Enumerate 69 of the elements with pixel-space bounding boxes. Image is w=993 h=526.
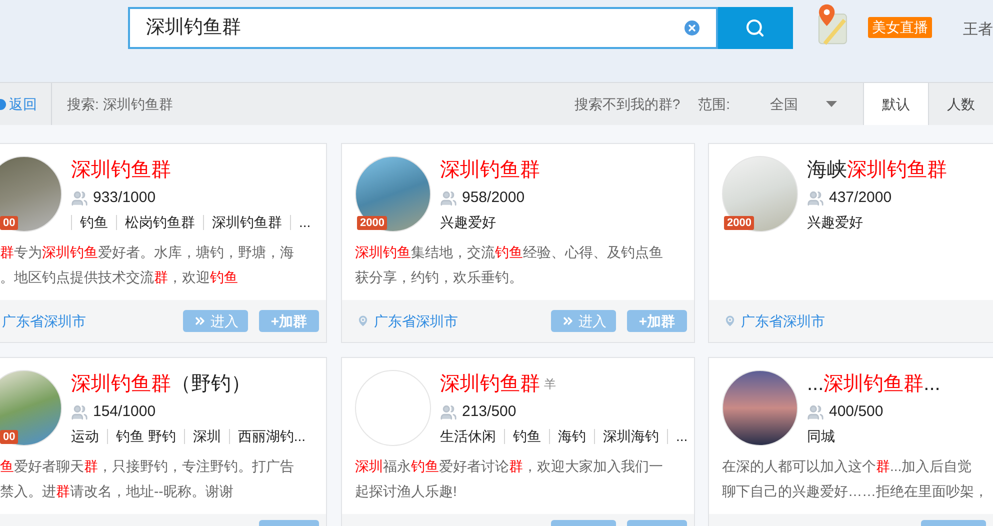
search-query: 搜索: 深圳钓鱼群 xyxy=(67,94,173,114)
group-description-line: 禁入。进群请改名，地址--昵称。谢谢 xyxy=(0,482,234,501)
group-tag: ... xyxy=(676,426,688,446)
group-title[interactable]: ...深圳钓鱼群... xyxy=(807,371,940,397)
group-tag: 钓鱼 xyxy=(80,212,108,232)
group-title[interactable]: 深圳钓鱼群（野钓） xyxy=(71,371,306,397)
group-description-line: 。地区钓点提供技术交流群，欢迎钓鱼 xyxy=(0,268,239,287)
group-tag: 同城 xyxy=(807,426,835,446)
group-description-line: 起探讨渔人乐趣! xyxy=(355,482,458,501)
search-field[interactable]: 深圳钓鱼群 xyxy=(128,7,718,49)
group-tag: 兴趣爱好 xyxy=(440,212,496,232)
group-tag: 深圳钓鱼群 xyxy=(212,212,282,232)
group-description-line: 深圳福永钓鱼爱好者讨论群，欢迎大家加入我们一 xyxy=(355,457,664,476)
group-tag: 深圳海钓 xyxy=(603,426,659,446)
members-icon xyxy=(440,190,457,206)
group-tag: 运动 xyxy=(71,426,99,446)
members-icon xyxy=(807,190,824,206)
group-tag: 钓鱼 xyxy=(513,426,541,446)
group-tag: ... xyxy=(299,212,311,232)
location-link[interactable]: 广东省深圳市 xyxy=(2,310,86,332)
group-description-line: 深圳钓鱼集结地，交流钓鱼经验、心得、及钓点鱼 xyxy=(355,243,664,262)
group-tag: 松岗钓鱼群 xyxy=(125,212,195,232)
group-tag: 钓鱼 野钓 xyxy=(116,426,176,446)
group-description-line: 鱼爱好者聊天群，只接野钓，专注野钓。打广告 xyxy=(0,457,295,476)
range-dropdown[interactable]: 全国 xyxy=(770,94,837,114)
location-link[interactable]: 广东省深圳市 xyxy=(741,310,825,332)
group-title[interactable]: 海峡深圳钓鱼群 xyxy=(807,157,947,183)
group-tag: 西丽湖钓... xyxy=(238,426,306,446)
member-limit-badge: 2000 xyxy=(724,216,754,230)
double-chevron-icon xyxy=(560,314,574,328)
member-count: 400/500 xyxy=(829,402,884,422)
group-description-line: 聊下自己的兴趣爱好……拒绝在里面吵架， xyxy=(722,482,989,501)
search-input-text: 深圳钓鱼群 xyxy=(146,16,242,40)
search-button[interactable] xyxy=(718,7,793,49)
not-found-link[interactable]: 搜索不到我的群? xyxy=(574,94,680,114)
live-badge[interactable]: 美女直播 xyxy=(868,17,932,38)
group-tag: 兴趣爱好 xyxy=(807,212,863,232)
member-count: 933/1000 xyxy=(93,188,156,208)
member-count: 213/500 xyxy=(462,402,516,422)
member-limit-badge: 2000 xyxy=(357,216,388,230)
group-tag: 海钓 xyxy=(558,426,586,446)
location-pin-icon xyxy=(356,314,370,328)
member-count: 154/1000 xyxy=(93,402,156,422)
member-count: 958/2000 xyxy=(462,188,525,208)
location-link[interactable]: 广东省深圳市 xyxy=(374,310,458,332)
caret-icon xyxy=(826,101,837,107)
group-title[interactable]: 深圳钓鱼群 xyxy=(440,157,540,183)
member-limit-badge: 00 xyxy=(0,216,18,230)
group-title[interactable]: 深圳钓鱼群 xyxy=(71,157,311,183)
sort-tab[interactable]: 默认 xyxy=(863,83,928,125)
group-tag: 生活休闲 xyxy=(440,426,496,446)
group-tag: 深圳 xyxy=(192,426,221,446)
group-description-line: 群专为深圳钓鱼爱好者。水库，塘钓，野塘，海 xyxy=(0,243,295,262)
location-pin-icon xyxy=(723,314,737,328)
range-label: 范围: xyxy=(698,94,730,114)
member-count: 437/2000 xyxy=(829,188,892,208)
group-description-line: 在深的人都可以加入这个群...加入后自觉 xyxy=(722,457,973,476)
members-icon xyxy=(440,404,457,420)
members-icon xyxy=(807,404,824,420)
members-icon xyxy=(71,404,88,420)
username[interactable]: 王者 xyxy=(963,19,993,42)
back-link[interactable]: 返回 xyxy=(9,94,37,114)
members-icon xyxy=(71,190,88,206)
member-limit-badge: 00 xyxy=(0,430,18,444)
group-description-line: 获分享，约钓，欢乐垂钓。 xyxy=(355,268,524,287)
double-chevron-icon xyxy=(192,314,206,328)
group-title[interactable]: 深圳钓鱼群 羊 xyxy=(440,371,688,397)
search-icon xyxy=(745,18,766,38)
clear-icon[interactable] xyxy=(682,18,702,38)
